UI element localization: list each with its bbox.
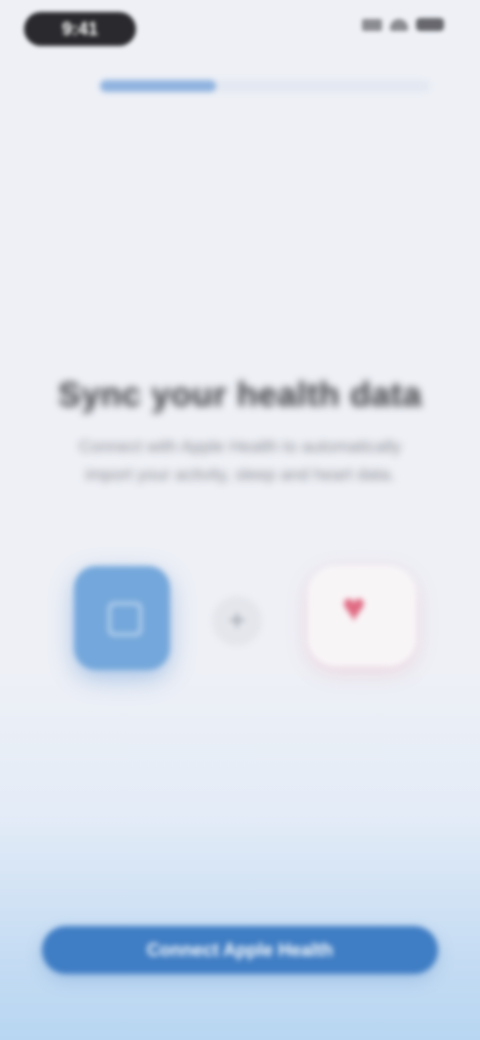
wifi-icon [390,18,408,31]
signal-icon [362,18,382,31]
plus-icon: + [212,596,262,646]
status-bar: 9:41 [0,0,480,60]
app-glyph-icon [108,602,142,636]
status-time: 9:41 [24,12,136,46]
heart-icon: ♥ [342,586,366,630]
hero-section: Sync your health data Connect with Apple… [40,376,440,489]
onboarding-progress-fill [100,80,216,92]
page-subtitle: Connect with Apple Health to automatical… [78,437,402,484]
integration-illustration: + ♥ [0,562,480,682]
status-icons [362,18,444,31]
app-icon [74,566,170,670]
page-title: Sync your health data [58,376,422,414]
health-app-icon: ♥ [308,566,416,666]
onboarding-progress-bar [100,80,430,92]
connect-health-button[interactable]: Connect Apple Health [42,926,438,974]
battery-icon [416,18,444,31]
